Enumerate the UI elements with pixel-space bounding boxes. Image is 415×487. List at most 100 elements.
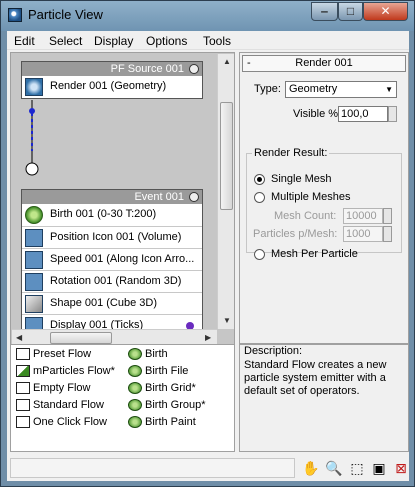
pan-hand-icon[interactable]: ✋ bbox=[302, 459, 320, 477]
collapse-icon[interactable]: - bbox=[247, 56, 251, 71]
type-label: Type: bbox=[254, 83, 281, 95]
description-panel: Description: Standard Flow creates a new… bbox=[239, 344, 409, 452]
scroll-right-icon[interactable]: ▶ bbox=[205, 333, 211, 342]
operator-birth[interactable]: Birth 001 (0-30 T:200) bbox=[22, 204, 202, 226]
depot-item-birth-file[interactable]: Birth File bbox=[128, 363, 188, 379]
visible-percent-spinner[interactable] bbox=[388, 106, 397, 122]
depot-item-standard-flow[interactable]: Standard Flow bbox=[16, 397, 104, 413]
minimize-button[interactable]: ‒ bbox=[311, 2, 338, 21]
depot-item-birth-group[interactable]: Birth Group* bbox=[128, 397, 206, 413]
mesh-count-spinner[interactable] bbox=[383, 208, 392, 224]
depot-item-label: Birth Group* bbox=[145, 399, 206, 411]
depot-item-mparticles-flow[interactable]: mParticles Flow* bbox=[16, 363, 115, 379]
operator-shape[interactable]: Shape 001 (Cube 3D) bbox=[22, 292, 202, 314]
close-button[interactable]: ✕ bbox=[363, 2, 408, 21]
output-socket-icon[interactable] bbox=[29, 108, 35, 114]
menu-tools[interactable]: Tools bbox=[203, 34, 231, 48]
render-rollout-header[interactable]: - Render 001 bbox=[242, 55, 406, 72]
flow-icon bbox=[16, 382, 30, 394]
multiple-meshes-label: Multiple Meshes bbox=[271, 191, 351, 203]
zoom-extents-icon[interactable]: ▣ bbox=[370, 459, 388, 477]
zoom-icon[interactable]: 🔍 bbox=[325, 459, 343, 477]
no-zoom-icon[interactable]: ⊠ bbox=[392, 459, 410, 477]
scroll-down-icon[interactable]: ▼ bbox=[223, 316, 231, 325]
depot-item-birth-paint[interactable]: Birth Paint bbox=[128, 414, 196, 430]
bulb-icon[interactable] bbox=[189, 192, 199, 202]
menu-bar: Edit Select Display Options Tools bbox=[7, 31, 409, 50]
input-socket-icon[interactable] bbox=[25, 162, 39, 176]
particles-per-mesh-label: Particles p/Mesh: bbox=[253, 228, 338, 240]
depot-item-label: Birth File bbox=[145, 365, 189, 377]
window-title: Particle View bbox=[28, 7, 103, 22]
chevron-down-icon: ▼ bbox=[385, 85, 393, 94]
visible-percent-input[interactable]: 100,0 bbox=[338, 106, 388, 122]
multiple-meshes-radio[interactable] bbox=[254, 192, 265, 203]
close-icon: ✕ bbox=[380, 4, 391, 18]
event-title: Event 001 bbox=[134, 191, 184, 203]
depot-item-empty-flow[interactable]: Empty Flow bbox=[16, 380, 90, 396]
scroll-left-icon[interactable]: ◀ bbox=[16, 333, 22, 342]
rotation-icon bbox=[25, 273, 43, 291]
particle-diagram[interactable]: PF Source 001 Render 001 (Geometry) Even… bbox=[10, 52, 235, 345]
menu-display[interactable]: Display bbox=[94, 34, 133, 48]
type-value: Geometry bbox=[289, 83, 338, 95]
mesh-per-particle-radio[interactable] bbox=[254, 249, 265, 260]
menu-options[interactable]: Options bbox=[146, 34, 187, 48]
depot-item-label: mParticles Flow* bbox=[33, 365, 115, 377]
rollout-title: Render 001 bbox=[295, 57, 353, 69]
wire-connector bbox=[25, 100, 39, 176]
depot-item-label: Preset Flow bbox=[33, 348, 92, 360]
operator-rotation[interactable]: Rotation 001 (Random 3D) bbox=[22, 270, 202, 292]
type-dropdown[interactable]: Geometry ▼ bbox=[285, 81, 397, 98]
zoom-region-icon[interactable]: ⬚ bbox=[348, 459, 366, 477]
flow-icon bbox=[16, 416, 30, 428]
operator-speed[interactable]: Speed 001 (Along Icon Arro... bbox=[22, 248, 202, 270]
speed-icon bbox=[25, 251, 43, 269]
status-bar: ✋ 🔍 ⬚ ▣ ⊠ bbox=[10, 455, 409, 481]
depot-item-label: Birth bbox=[145, 348, 168, 360]
operator-depot: Preset Flow mParticles Flow* Empty Flow … bbox=[10, 344, 235, 452]
depot-item-label: Standard Flow bbox=[33, 399, 104, 411]
depot-item-birth-grid[interactable]: Birth Grid* bbox=[128, 380, 196, 396]
particles-per-mesh-spinner[interactable] bbox=[383, 226, 392, 242]
mesh-count-input[interactable]: 10000 bbox=[343, 208, 383, 224]
flow-icon bbox=[16, 399, 30, 411]
parameters-panel: - Render 001 Type: Geometry ▼ Visible % … bbox=[239, 52, 409, 344]
operator-label: Position Icon 001 (Volume) bbox=[50, 231, 182, 243]
operator-label: Speed 001 (Along Icon Arro... bbox=[50, 253, 195, 265]
depot-item-preset-flow[interactable]: Preset Flow bbox=[16, 346, 91, 362]
scroll-thumb[interactable] bbox=[50, 332, 112, 344]
client-area: Edit Select Display Options Tools PF Sou… bbox=[7, 31, 409, 481]
single-mesh-label: Single Mesh bbox=[271, 173, 332, 185]
birth-icon bbox=[128, 348, 142, 360]
title-bar[interactable]: Particle View ‒ □ ✕ bbox=[1, 1, 414, 31]
birth-file-icon bbox=[128, 365, 142, 377]
depot-item-one-click-flow[interactable]: One Click Flow bbox=[16, 414, 107, 430]
depot-item-label: Empty Flow bbox=[33, 382, 91, 394]
operator-position-icon[interactable]: Position Icon 001 (Volume) bbox=[22, 226, 202, 248]
depot-item-birth[interactable]: Birth bbox=[128, 346, 168, 362]
menu-select[interactable]: Select bbox=[49, 34, 82, 48]
shape-icon bbox=[25, 295, 43, 313]
graph-horizontal-scrollbar[interactable]: ◀ ▶ bbox=[12, 329, 217, 345]
graph-vertical-scrollbar[interactable]: ▲ ▼ bbox=[217, 54, 234, 329]
render-result-label: Render Result: bbox=[252, 147, 330, 159]
status-field bbox=[10, 458, 295, 478]
particle-view-app-icon bbox=[8, 8, 22, 22]
depot-item-label: Birth Paint bbox=[145, 416, 196, 428]
event-node[interactable]: Event 001 Birth 001 (0-30 T:200) Positio… bbox=[21, 189, 203, 337]
particle-view-window: Particle View ‒ □ ✕ Edit Select Display … bbox=[0, 0, 415, 487]
operator-label: Birth 001 (0-30 T:200) bbox=[50, 208, 157, 220]
birth-grid-icon bbox=[128, 382, 142, 394]
particles-per-mesh-input[interactable]: 1000 bbox=[343, 226, 383, 242]
single-mesh-radio[interactable] bbox=[254, 174, 265, 185]
operator-label: Shape 001 (Cube 3D) bbox=[50, 297, 158, 309]
maximize-icon: □ bbox=[346, 4, 355, 18]
maximize-button[interactable]: □ bbox=[338, 2, 363, 21]
depot-item-label: Birth Grid* bbox=[145, 382, 196, 394]
scroll-up-icon[interactable]: ▲ bbox=[223, 57, 231, 66]
scroll-thumb[interactable] bbox=[220, 102, 233, 210]
minimize-icon: ‒ bbox=[321, 4, 328, 18]
flow-icon bbox=[16, 348, 30, 360]
menu-edit[interactable]: Edit bbox=[14, 34, 35, 48]
